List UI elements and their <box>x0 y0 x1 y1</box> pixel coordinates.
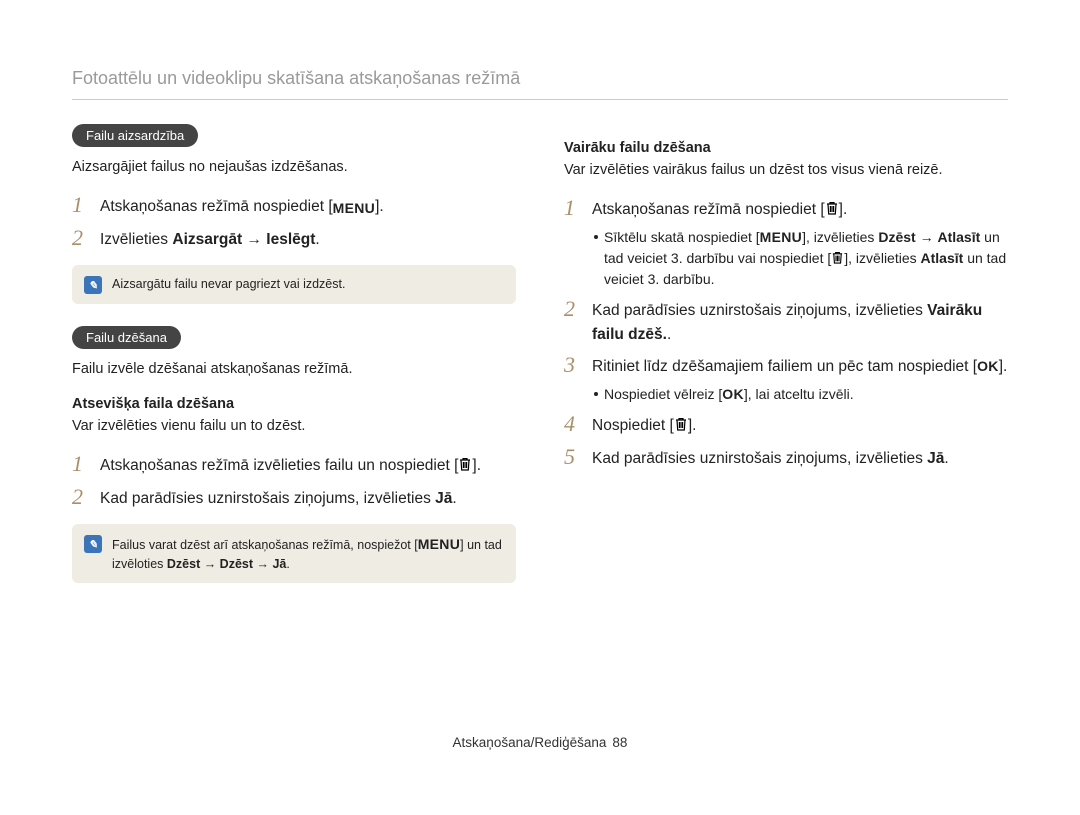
section-pill-protection: Failu aizsardzība <box>72 124 198 147</box>
menu-icon: MENU <box>418 536 460 552</box>
single-delete-step-1: 1 Atskaņošanas režīmā izvēlieties failu … <box>72 451 516 477</box>
multi-delete-step-5: 5 Kad parādīsies uznirstošais ziņojums, … <box>564 444 1008 470</box>
page-title: Fotoattēlu un videoklipu skatīšana atska… <box>72 68 1008 100</box>
delete-note: ✎ Failus varat dzēst arī atskaņošanas re… <box>72 524 516 582</box>
trash-icon <box>831 251 844 265</box>
protection-body: Aizsargājiet failus no nejaušas izdzēšan… <box>72 157 516 178</box>
menu-icon: MENU <box>333 198 375 219</box>
multi-delete-sub-step: Sīktēlu skatā nospiediet [MENU], izvēlie… <box>594 227 1008 290</box>
multi-delete-step-3: 3 Ritiniet līdz dzēšamajiem failiem un p… <box>564 352 1008 378</box>
section-pill-delete: Failu dzēšana <box>72 326 181 349</box>
protection-step-1: 1 Atskaņošanas režīmā nospiediet [MENU]. <box>72 192 516 219</box>
protection-step-2: 2 Izvēlieties Aizsargāt → Ieslēgt. <box>72 225 516 251</box>
single-delete-heading: Atsevišķa faila dzēšana <box>72 396 516 412</box>
trash-icon <box>458 457 472 472</box>
single-delete-step-2: 2 Kad parādīsies uznirstošais ziņojums, … <box>72 484 516 510</box>
multi-delete-step-1: 1 Atskaņošanas režīmā nospiediet []. <box>564 195 1008 221</box>
info-icon: ✎ <box>84 535 102 553</box>
menu-icon: MENU <box>760 229 802 245</box>
multi-delete-step-4: 4 Nospiediet []. <box>564 411 1008 437</box>
trash-icon <box>674 417 688 432</box>
ok-icon: OK <box>977 358 999 374</box>
left-column: Failu aizsardzība Aizsargājiet failus no… <box>72 124 516 605</box>
multi-delete-body: Var izvēlēties vairākus failus un dzēst … <box>564 160 1008 181</box>
multi-delete-step-2: 2 Kad parādīsies uznirstošais ziņojums, … <box>564 296 1008 346</box>
multi-delete-step-3-sub: Nospiediet vēlreiz [OK], lai atceltu izv… <box>594 384 1008 405</box>
info-icon: ✎ <box>84 276 102 294</box>
trash-icon <box>825 201 839 216</box>
ok-icon: OK <box>722 386 744 402</box>
protection-note: ✎ Aizsargātu failu nevar pagriezt vai iz… <box>72 265 516 304</box>
delete-body: Failu izvēle dzēšanai atskaņošanas režīm… <box>72 359 516 380</box>
single-delete-body: Var izvēlēties vienu failu un to dzēst. <box>72 416 516 437</box>
page-footer: Atskaņošana/Rediģēšana88 <box>72 735 1008 750</box>
right-column: Vairāku failu dzēšana Var izvēlēties vai… <box>564 124 1008 605</box>
multi-delete-heading: Vairāku failu dzēšana <box>564 140 1008 156</box>
